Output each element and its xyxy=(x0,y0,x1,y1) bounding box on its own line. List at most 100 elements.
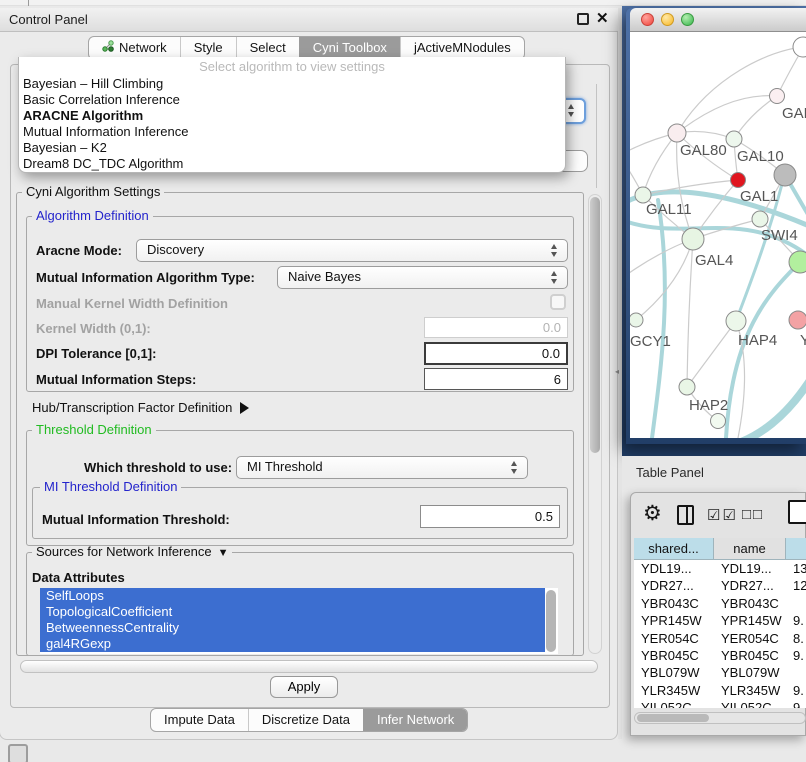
attribute-item-betweennesscentrality[interactable]: BetweennessCentrality xyxy=(40,620,545,636)
network-node-label: GAL1 xyxy=(740,188,778,205)
data-attributes-label: Data Attributes xyxy=(32,570,125,585)
dropdown-option-aracne-algorithm[interactable]: ARACNE Algorithm xyxy=(19,108,565,124)
table-horizontal-scrollbar-thumb[interactable] xyxy=(637,714,709,722)
network-node-label: SWI4 xyxy=(761,227,798,244)
minimize-traffic-light-icon[interactable] xyxy=(661,13,674,26)
table-cell: YDL19... xyxy=(634,560,714,577)
settings-horizontal-scrollbar[interactable] xyxy=(20,660,598,673)
network-node[interactable] xyxy=(774,164,796,186)
network-node[interactable] xyxy=(793,37,806,57)
settings-vertical-scrollbar-thumb[interactable] xyxy=(590,197,600,453)
network-node-gal[interactable] xyxy=(770,89,785,104)
network-edge[interactable] xyxy=(734,96,777,139)
bottom-left-button-fragment[interactable] xyxy=(8,744,28,762)
hub-transcription-factor-section[interactable]: Hub/Transcription Factor Definition xyxy=(32,400,249,415)
mi-threshold-input[interactable] xyxy=(420,505,560,528)
aracne-mode-select[interactable]: Discovery xyxy=(136,239,568,262)
node-attribute-table[interactable]: shared...name YDL19...YDL19...13YDR27...… xyxy=(634,538,806,708)
columns-icon[interactable] xyxy=(677,505,694,525)
attribute-item-topologicalcoefficient[interactable]: TopologicalCoefficient xyxy=(40,604,545,620)
table-cell: YPR145W xyxy=(714,612,786,629)
network-node-gal80[interactable] xyxy=(668,124,686,142)
table-cell xyxy=(786,664,806,681)
dropdown-option-bayesian-hill-climbing[interactable]: Bayesian – Hill Climbing xyxy=(19,76,565,92)
table-cell: YBL079W xyxy=(634,664,714,681)
tab-style[interactable]: Style xyxy=(180,37,236,59)
tab-impute-data[interactable]: Impute Data xyxy=(151,709,248,731)
mi-steps-input[interactable] xyxy=(424,368,568,390)
expanded-arrow-icon[interactable]: ▼ xyxy=(218,547,229,559)
control-panel-titlebar: Control Panel xyxy=(0,8,618,32)
table-body: YDL19...YDL19...13YDR27...YDR27...12YBR0… xyxy=(634,560,806,708)
network-node[interactable] xyxy=(711,414,726,429)
tab-network[interactable]: Network xyxy=(89,37,180,59)
dropdown-option-dream8-dc-tdc-algorithm[interactable]: Dream8 DC_TDC Algorithm xyxy=(19,156,565,172)
attribute-item-gal4rgexp[interactable]: gal4RGexp xyxy=(40,636,545,652)
close-traffic-light-icon[interactable] xyxy=(641,13,654,26)
network-edge-highlighted[interactable] xyxy=(652,200,665,438)
network-edge[interactable] xyxy=(687,321,736,387)
collapsed-arrow-icon[interactable] xyxy=(240,402,249,414)
network-tab-icon xyxy=(102,37,114,59)
table-row[interactable]: YIL052CYIL052C9. xyxy=(634,699,806,708)
table-row[interactable]: YER054CYER054C8. xyxy=(634,630,806,647)
algorithm-definition-title: Algorithm Definition xyxy=(32,210,153,222)
unchecked-boxes-icon[interactable]: □□ xyxy=(742,506,764,523)
network-node-hap4[interactable] xyxy=(726,311,746,331)
dpi-tolerance-input[interactable] xyxy=(424,342,568,365)
data-attributes-list[interactable]: SelfLoopsTopologicalCoefficientBetweenne… xyxy=(40,588,558,654)
cyni-bottom-tabbar: Impute DataDiscretize DataInfer Network xyxy=(150,708,468,732)
network-view-canvas[interactable]: GALGAL80GAL10GAL1GAL11SWI4GAL4GCY1HAP4YH… xyxy=(630,32,806,438)
table-cell: YER054C xyxy=(634,630,714,647)
network-node-gal1[interactable] xyxy=(731,173,746,188)
network-node-hap2[interactable] xyxy=(679,379,695,395)
network-edge[interactable] xyxy=(677,96,777,133)
dropdown-option-bayesian-k2[interactable]: Bayesian – K2 xyxy=(19,140,565,156)
dropdown-option-mutual-information-inference[interactable]: Mutual Information Inference xyxy=(19,124,565,140)
table-column-header-2[interactable] xyxy=(786,538,806,560)
document-icon[interactable] xyxy=(788,500,806,524)
table-column-header-shared[interactable]: shared... xyxy=(634,538,714,560)
float-window-icon[interactable] xyxy=(577,13,589,25)
tab-jactivemnodules[interactable]: jActiveMNodules xyxy=(400,37,524,59)
network-node-swi4[interactable] xyxy=(752,211,768,227)
network-node[interactable] xyxy=(789,251,806,273)
network-edge[interactable] xyxy=(687,239,693,387)
gear-icon[interactable]: ⚙ xyxy=(643,501,662,526)
table-row[interactable]: YPR145WYPR145W9. xyxy=(634,612,806,629)
mi-algorithm-type-select[interactable]: Naive Bayes xyxy=(277,266,568,289)
table-row[interactable]: YDR27...YDR27...12 xyxy=(634,577,806,594)
sources-group-title[interactable]: Sources for Network Inference▼ xyxy=(32,546,232,559)
spinner-arrows-icon xyxy=(511,461,518,474)
mi-algorithm-type-label: Mutual Information Algorithm Type: xyxy=(36,270,255,285)
kernel-width-input[interactable] xyxy=(424,317,568,338)
tab-select[interactable]: Select xyxy=(236,37,299,59)
network-window-titlebar[interactable] xyxy=(630,8,806,32)
network-node-y[interactable] xyxy=(789,311,806,329)
tab-discretize-data[interactable]: Discretize Data xyxy=(248,709,363,731)
table-column-header-name[interactable]: name xyxy=(714,538,786,560)
attribute-list-scrollbar[interactable] xyxy=(546,590,556,652)
dropdown-option-basic-correlation-inference[interactable]: Basic Correlation Inference xyxy=(19,92,565,108)
tab-cyni-toolbox[interactable]: Cyni Toolbox xyxy=(299,37,400,59)
table-row[interactable]: YBR043CYBR043C xyxy=(634,595,806,612)
table-row[interactable]: YLR345WYLR345W9. xyxy=(634,682,806,699)
manual-kernel-width-checkbox[interactable] xyxy=(550,294,566,310)
which-threshold-select[interactable]: MI Threshold xyxy=(236,456,528,479)
apply-button[interactable]: Apply xyxy=(270,676,338,698)
attribute-item-selfloops[interactable]: SelfLoops xyxy=(40,588,545,604)
checked-boxes-icon[interactable]: ☑☑ xyxy=(707,506,738,524)
table-row[interactable]: YBL079WYBL079W xyxy=(634,664,806,681)
network-node-gcy1[interactable] xyxy=(630,313,643,327)
network-graph[interactable]: GALGAL80GAL10GAL1GAL11SWI4GAL4GCY1HAP4YH… xyxy=(630,32,806,438)
tab-label: Cyni Toolbox xyxy=(313,37,387,59)
network-node-gal10[interactable] xyxy=(726,131,742,147)
table-cell: YPR145W xyxy=(634,612,714,629)
table-cell: YDL19... xyxy=(714,560,786,577)
table-row[interactable]: YBR045CYBR045C9. xyxy=(634,647,806,664)
close-icon[interactable]: ✕ xyxy=(596,10,612,28)
table-row[interactable]: YDL19...YDL19...13 xyxy=(634,560,806,577)
tab-infer-network[interactable]: Infer Network xyxy=(363,709,467,731)
network-node-gal4[interactable] xyxy=(682,228,704,250)
zoom-traffic-light-icon[interactable] xyxy=(681,13,694,26)
